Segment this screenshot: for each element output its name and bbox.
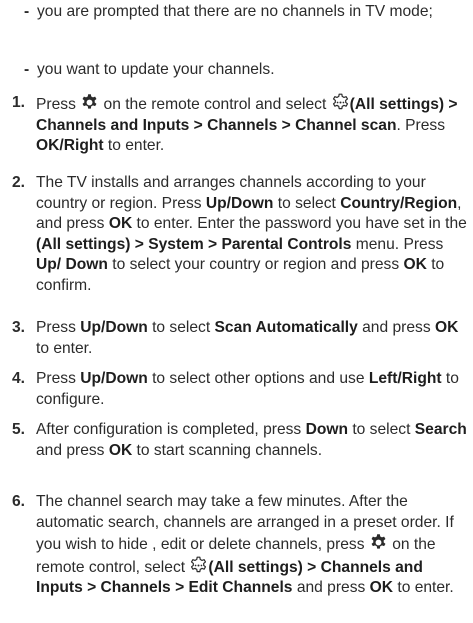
step-text: Press Up/Down to select Scan Automatical…	[36, 319, 459, 357]
key-name: OK	[434, 319, 459, 336]
key-name: Up/Down	[80, 319, 148, 336]
bullet-text: you are prompted that there are no chann…	[37, 3, 433, 20]
key-name: Down	[305, 421, 349, 438]
bullet-text: you want to update your channels.	[37, 61, 275, 78]
step-number: 1.	[12, 94, 26, 111]
step-3: 3. Press Up/Down to select Scan Automati…	[0, 318, 473, 359]
step-text: Press Up/Down to select other options an…	[36, 370, 459, 408]
step-number: 4.	[12, 370, 26, 387]
menu-path: (All settings) > System > Parental Contr…	[36, 235, 352, 253]
all-settings-icon	[189, 556, 208, 575]
all-settings-icon	[331, 93, 350, 112]
list-item: - you want to update your channels.	[0, 60, 283, 81]
key-name: Left/Right	[368, 370, 442, 387]
option-name: Scan Automatically	[214, 319, 358, 336]
step-text: The TV installs and arranges channels ac…	[36, 174, 467, 294]
key-name: Up/Down	[205, 194, 274, 212]
step-text: After configuration is completed, press …	[36, 421, 467, 459]
settings-gear-icon	[80, 93, 99, 112]
key-name: OK/Right	[36, 137, 104, 154]
step-text: Press on the remote control and select (…	[36, 93, 471, 157]
step-number: 3.	[12, 319, 26, 336]
step-text: The channel search may take a few minute…	[36, 493, 454, 596]
step-number: 2.	[12, 174, 26, 191]
key-name: Up/ Down	[36, 256, 108, 273]
step-5: 5. After configuration is completed, pre…	[0, 420, 473, 461]
settings-gear-icon	[369, 533, 388, 552]
step-4: 4. Press Up/Down to select other options…	[0, 369, 473, 410]
bullet-marker: -	[24, 3, 30, 20]
key-name: OK	[108, 441, 133, 459]
step-2: 2. The TV installs and arranges channels…	[0, 173, 473, 296]
list-item: - you are prompted that there are no cha…	[0, 2, 441, 23]
step-number: 5.	[12, 421, 26, 438]
option-name: Country/Region	[340, 194, 458, 212]
key-name: OK	[369, 579, 394, 596]
key-name: OK	[108, 215, 133, 232]
step-6: 6. The channel search may take a few min…	[0, 492, 473, 599]
option-name: Search	[414, 421, 467, 438]
key-name: OK	[403, 256, 427, 273]
key-name: Up/Down	[80, 370, 148, 387]
bullet-marker: -	[24, 61, 30, 78]
step-number: 6.	[12, 493, 26, 510]
step-1: 1. Press on the remote control and selec…	[0, 93, 473, 157]
manual-page: - you are prompted that there are no cha…	[0, 0, 473, 623]
